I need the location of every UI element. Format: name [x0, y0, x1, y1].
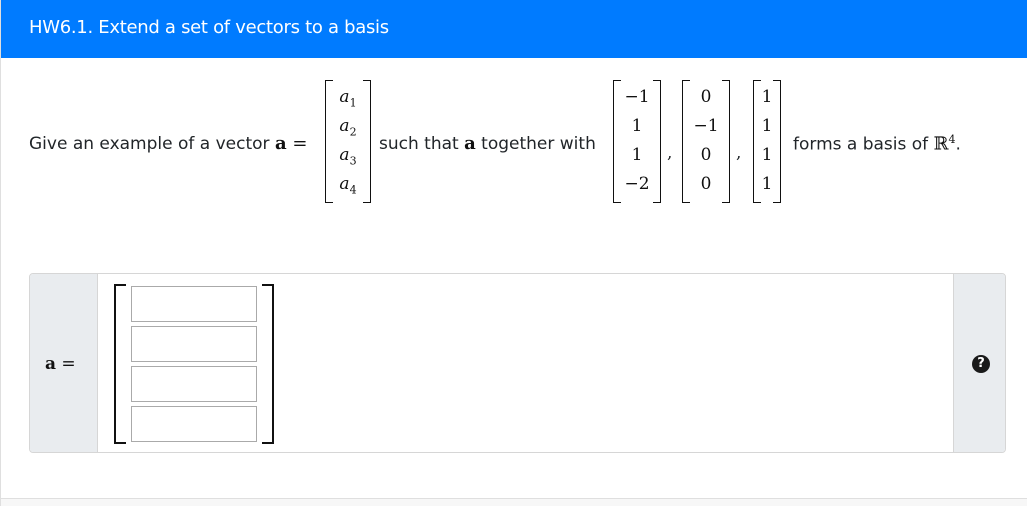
- question-middle: such that a together with: [379, 133, 596, 154]
- separator-comma: ,: [736, 143, 742, 163]
- vector-symbol: a: [274, 133, 287, 154]
- left-bracket: [114, 284, 126, 444]
- question-card: HW6.1. Extend a set of vectors to a basi…: [0, 0, 1027, 506]
- card-header: HW6.1. Extend a set of vectors to a basi…: [1, 0, 1027, 58]
- card-footer-divider: [1, 498, 1027, 506]
- matrix-cell: 1: [631, 145, 643, 165]
- entry-a4: a4: [339, 174, 357, 197]
- separator-comma: ,: [667, 143, 673, 163]
- question-suffix: forms a basis of ℝ4.: [793, 133, 961, 155]
- right-bracket: [262, 284, 274, 444]
- real-space-symbol: ℝ: [933, 133, 949, 155]
- right-bracket: [363, 80, 371, 203]
- middle-vector-symbol: a: [464, 133, 476, 154]
- vector-a-entries: a1 a2 a3 a4: [325, 80, 371, 203]
- middle-text-2: together with: [475, 134, 596, 154]
- matrix-cell: −1: [693, 116, 719, 136]
- question-prefix: Give an example of a vector a =: [29, 133, 307, 154]
- given-vector-2: 0 −1 0 0: [682, 80, 730, 203]
- question-body: Give an example of a vector a = a1 a2 a3…: [1, 58, 1027, 228]
- answer-entry-2[interactable]: [131, 326, 257, 362]
- answer-input-group: a = ?: [29, 273, 1006, 453]
- right-bracket: [653, 80, 661, 203]
- left-bracket: [325, 80, 333, 203]
- answer-label-symbol: a: [45, 354, 57, 374]
- middle-text-1: such that: [379, 134, 465, 154]
- matrix-cell: 1: [761, 174, 773, 194]
- entry-a3: a3: [339, 145, 357, 168]
- matrix-cell: 1: [761, 116, 773, 136]
- question-circle-icon[interactable]: ?: [972, 355, 990, 373]
- left-bracket: [682, 80, 690, 203]
- given-vector-3: 1 1 1 1: [753, 80, 781, 203]
- answer-label-box: a =: [30, 274, 98, 452]
- suffix-text: forms a basis of: [793, 134, 934, 155]
- matrix-cell: 1: [761, 87, 773, 107]
- suffix-period: .: [955, 134, 961, 155]
- answer-entry-4[interactable]: [131, 406, 257, 442]
- matrix-cell: −1: [624, 87, 650, 107]
- equals-sign: =: [286, 133, 308, 154]
- matrix-cell: −2: [624, 174, 650, 194]
- answer-label: a =: [45, 354, 76, 374]
- matrix-cell: 1: [761, 145, 773, 165]
- answer-matrix: [114, 284, 274, 444]
- matrix-cell: 0: [700, 145, 712, 165]
- space-exponent: 4: [948, 133, 956, 146]
- answer-entry-1[interactable]: [131, 286, 257, 322]
- question-title: HW6.1. Extend a set of vectors to a basi…: [29, 17, 389, 38]
- help-box: ?: [953, 274, 1005, 452]
- left-bracket: [613, 80, 621, 203]
- answer-entry-3[interactable]: [131, 366, 257, 402]
- entry-a1: a1: [339, 87, 357, 110]
- given-vector-1: −1 1 1 −2: [613, 80, 661, 203]
- matrix-cell: 0: [700, 174, 712, 194]
- answer-label-equals: =: [56, 354, 76, 374]
- matrix-cell: 1: [631, 116, 643, 136]
- right-bracket: [722, 80, 730, 203]
- entry-a2: a2: [339, 116, 357, 139]
- prefix-text: Give an example of a vector: [29, 134, 275, 154]
- matrix-cell: 0: [700, 87, 712, 107]
